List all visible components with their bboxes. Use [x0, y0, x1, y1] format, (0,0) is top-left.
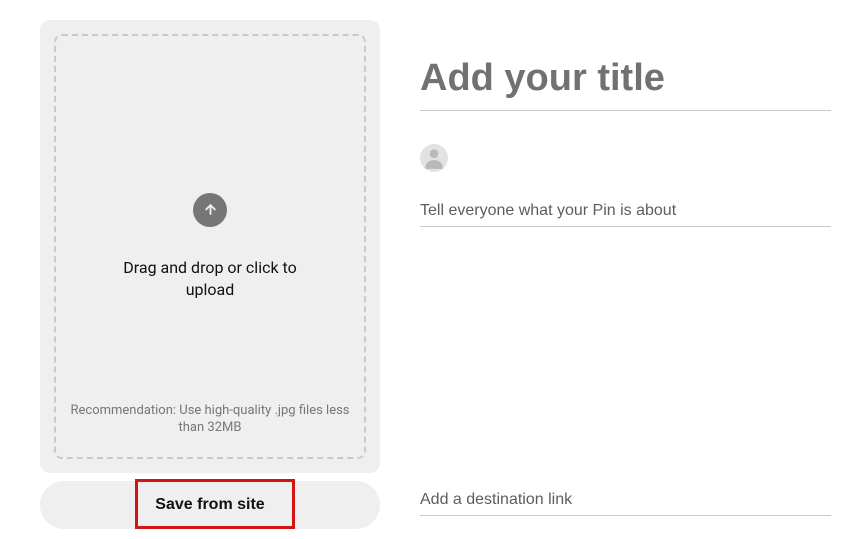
avatar: [420, 144, 448, 172]
destination-link-input[interactable]: [420, 485, 831, 516]
save-from-site-button[interactable]: Save from site: [40, 481, 380, 529]
upload-hint: Recommendation: Use high-quality .jpg fi…: [68, 402, 352, 437]
description-input[interactable]: [420, 196, 831, 227]
upload-prompt: Drag and drop or click to upload: [115, 257, 305, 300]
upload-dropzone[interactable]: Drag and drop or click to upload Recomme…: [54, 34, 366, 459]
upload-icon: [193, 193, 227, 227]
title-input[interactable]: [420, 53, 831, 111]
upload-card: Drag and drop or click to upload Recomme…: [40, 20, 380, 473]
